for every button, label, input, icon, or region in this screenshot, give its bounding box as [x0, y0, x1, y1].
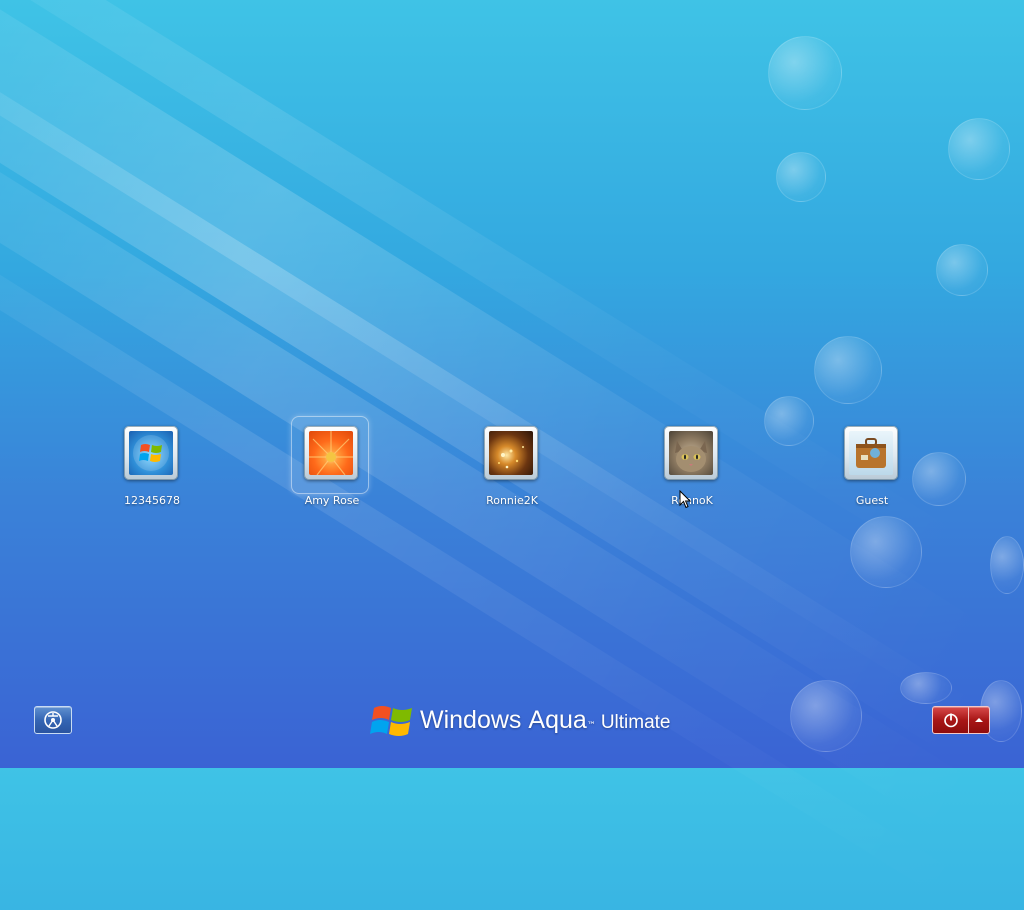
user-tile-ronnie2k[interactable]: Ronnie2K — [452, 424, 572, 516]
windows-logo-picture — [129, 431, 173, 475]
user-name: Amy Rose — [304, 494, 360, 507]
user-tile-guest[interactable]: Guest — [812, 424, 932, 516]
power-icon — [943, 713, 958, 728]
user-name: Guest — [855, 494, 889, 507]
ease-of-access-icon — [44, 711, 62, 729]
user-tile-amy-rose[interactable]: Amy Rose — [272, 416, 392, 516]
user-picture-frame — [304, 426, 358, 480]
mouse-pointer-icon — [679, 489, 692, 509]
windows-aqua-ultimate-branding: Windows Aqua ™ Ultimate — [370, 698, 671, 742]
user-name: RonnoK — [671, 494, 713, 507]
user-picture-frame — [664, 426, 718, 480]
orange-flower-picture — [309, 431, 353, 475]
windows-flag-logo-icon — [370, 706, 412, 736]
user-tile-12345678[interactable]: 12345678 — [92, 424, 212, 516]
golden-sparkles-picture — [489, 431, 533, 475]
brand-aqua: Aqua — [528, 705, 587, 734]
background — [0, 0, 1024, 910]
shutdown-button[interactable] — [932, 706, 970, 734]
chevron-up-icon — [975, 718, 984, 722]
shutdown-options-button[interactable] — [969, 706, 990, 734]
ease-of-access-button[interactable] — [34, 706, 72, 734]
brand-trademark: ™ — [586, 720, 596, 731]
user-tile-ronnok[interactable]: RonnoK — [632, 424, 752, 516]
shutdown-controls — [932, 706, 990, 734]
user-picture-frame — [124, 426, 178, 480]
user-name: Ronnie2K — [486, 494, 538, 507]
user-name: 12345678 — [124, 494, 180, 507]
suitcase-picture — [849, 431, 893, 475]
user-list: 12345678 Amy Rose Ronnie2K RonnoK Guest — [0, 416, 1024, 524]
kitten-picture — [669, 431, 713, 475]
user-picture-frame — [484, 426, 538, 480]
user-picture-frame — [844, 426, 898, 480]
brand-windows: Windows — [420, 705, 522, 734]
brand-edition: Ultimate — [600, 711, 671, 733]
